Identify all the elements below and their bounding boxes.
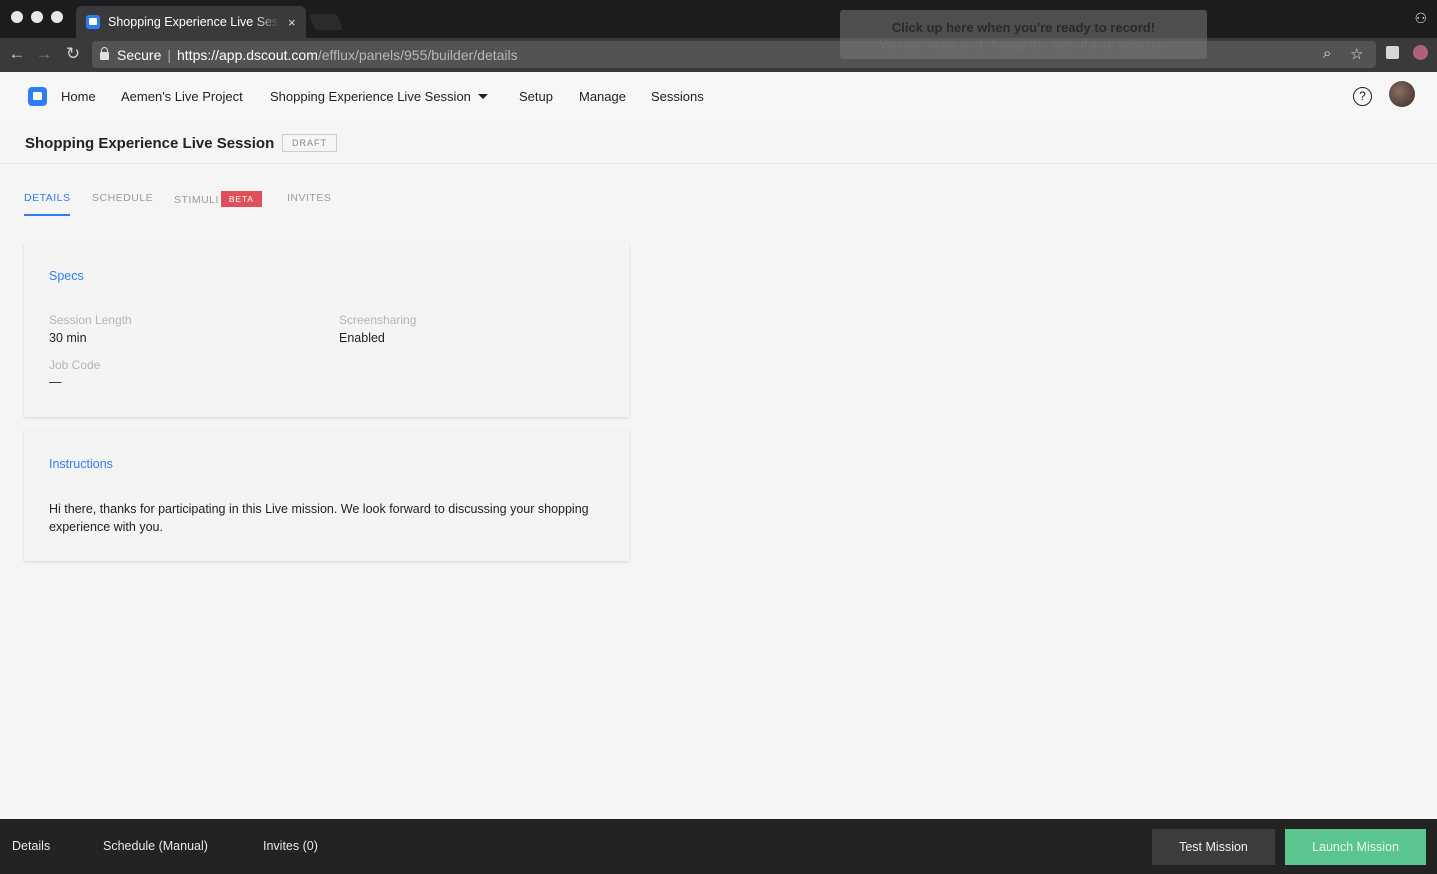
page-title: Shopping Experience Live Session: [25, 135, 275, 152]
window-minimize-button[interactable]: [31, 11, 43, 23]
tab-stimuli-label: STIMULI: [174, 194, 219, 206]
url-host: https://app.dscout.com: [177, 46, 318, 63]
recorder-prompt-subtitle: You can move and change the size of your…: [879, 38, 1168, 52]
specs-title: Specs: [49, 269, 84, 283]
dscout-logo-icon[interactable]: [28, 87, 47, 106]
browser-tab[interactable]: Shopping Experience Live Session ×: [76, 6, 306, 38]
nav-sessions-link[interactable]: Sessions: [651, 89, 704, 104]
bottom-action-bar: Details Schedule (Manual) Invites (0) Te…: [0, 819, 1437, 874]
extension-icon[interactable]: [1386, 46, 1399, 59]
footer-invites-link[interactable]: Invites (0): [263, 839, 318, 853]
tab-invites[interactable]: INVITES: [287, 192, 331, 204]
browser-tab-title: Shopping Experience Live Session: [108, 15, 280, 29]
instructions-text: Hi there, thanks for participating in th…: [49, 502, 589, 534]
zoom-icon[interactable]: ⌕: [1323, 45, 1331, 62]
profile-extension-icon[interactable]: [1413, 45, 1428, 60]
help-icon[interactable]: ?: [1353, 87, 1372, 106]
nav-project-link[interactable]: Aemen's Live Project: [121, 89, 243, 104]
lock-icon: [100, 47, 109, 60]
app-navbar: Home Aemen's Live Project Shopping Exper…: [0, 72, 1437, 120]
tab-stimuli[interactable]: STIMULI BETA: [174, 191, 262, 207]
caret-down-icon: [477, 94, 488, 99]
browser-toolbar: ← → ↻ Secure | https://app.dscout.com/ef…: [0, 38, 1437, 72]
new-tab-button[interactable]: [309, 14, 343, 30]
address-separator: |: [167, 46, 171, 63]
footer-details-link[interactable]: Details: [12, 839, 50, 853]
nav-session-label: Shopping Experience Live Session: [270, 89, 471, 104]
bookmark-star-icon[interactable]: ☆: [1350, 45, 1363, 63]
recorder-prompt-title: Click up here when you're ready to recor…: [891, 20, 1156, 35]
active-tab-indicator: [24, 214, 70, 216]
beta-badge: BETA: [220, 191, 262, 207]
session-length-value: 30 min: [49, 331, 87, 345]
status-badge: DRAFT: [282, 134, 337, 152]
session-length-label: Session Length: [49, 313, 132, 327]
job-code-value: —: [49, 375, 62, 389]
instructions-card: Instructions Hi there, thanks for partic…: [24, 430, 629, 561]
nav-home-link[interactable]: Home: [61, 89, 96, 104]
user-avatar[interactable]: [1389, 81, 1415, 107]
dscout-favicon-icon: [86, 15, 100, 29]
reload-icon[interactable]: ↻: [63, 44, 83, 64]
page-header: Shopping Experience Live Session DRAFT: [0, 120, 1437, 164]
incognito-glasses-icon[interactable]: ⚇: [1414, 10, 1427, 27]
forward-arrow-icon[interactable]: →: [34, 44, 54, 64]
nav-manage-link[interactable]: Manage: [579, 89, 626, 104]
window-close-button[interactable]: [11, 11, 23, 23]
launch-mission-button[interactable]: Launch Mission: [1285, 829, 1426, 865]
browser-tab-strip: Shopping Experience Live Session × ⚇: [0, 0, 1437, 38]
nav-session-dropdown[interactable]: Shopping Experience Live Session: [270, 89, 488, 104]
window-zoom-button[interactable]: [51, 11, 63, 23]
instructions-title: Instructions: [49, 457, 113, 471]
secure-label: Secure: [117, 46, 162, 63]
screensharing-label: Screensharing: [339, 313, 417, 327]
footer-schedule-link[interactable]: Schedule (Manual): [103, 839, 208, 853]
url-path: /efflux/panels/955/builder/details: [317, 46, 518, 63]
nav-setup-link[interactable]: Setup: [519, 89, 553, 104]
screensharing-value: Enabled: [339, 331, 385, 345]
tab-details[interactable]: DETAILS: [24, 192, 70, 204]
tab-schedule[interactable]: SCHEDULE: [92, 192, 153, 204]
job-code-label: Job Code: [49, 358, 101, 372]
back-arrow-icon[interactable]: ←: [7, 44, 27, 64]
test-mission-button[interactable]: Test Mission: [1152, 829, 1275, 865]
specs-card: Specs Session Length 30 min Screensharin…: [24, 242, 629, 417]
recorder-prompt-overlay[interactable]: Click up here when you're ready to recor…: [840, 10, 1207, 59]
tab-close-icon[interactable]: ×: [288, 15, 296, 30]
